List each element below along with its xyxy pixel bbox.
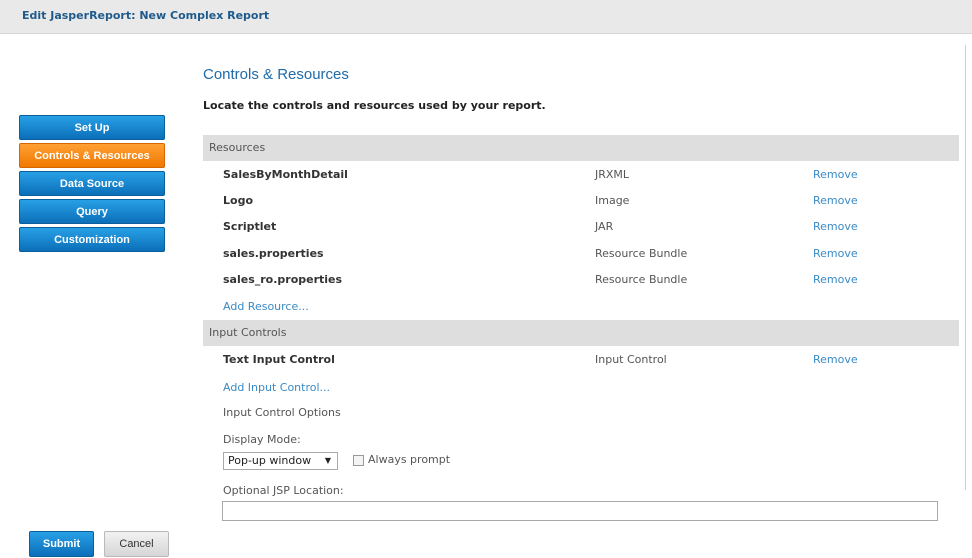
scrollbar[interactable] — [965, 45, 972, 490]
cancel-button[interactable]: Cancel — [104, 531, 169, 557]
resource-row: Logo Image Remove — [203, 188, 959, 214]
remove-resource-link[interactable]: Remove — [813, 162, 858, 188]
remove-resource-link[interactable]: Remove — [813, 188, 858, 214]
always-prompt-label: Always prompt — [368, 453, 451, 466]
jsp-location-input[interactable] — [222, 501, 938, 521]
title-bar: Edit JasperReport: New Complex Report — [0, 0, 972, 34]
resource-type: JRXML — [595, 168, 630, 181]
nav-item-customization[interactable]: Customization — [19, 227, 165, 252]
resource-name: sales_ro.properties — [223, 273, 343, 286]
nav-item-query[interactable]: Query — [19, 199, 165, 224]
resource-type: Resource Bundle — [595, 247, 688, 260]
resource-name: SalesByMonthDetail — [223, 168, 348, 181]
remove-input-control-link[interactable]: Remove — [813, 347, 858, 373]
resource-name: sales.properties — [223, 247, 324, 260]
resource-type: Resource Bundle — [595, 273, 688, 286]
input-controls-header: Input Controls — [203, 320, 959, 346]
input-control-type: Input Control — [595, 353, 667, 366]
input-control-name: Text Input Control — [223, 353, 335, 366]
nav-item-data-source[interactable]: Data Source — [19, 171, 165, 196]
resource-row: sales.properties Resource Bundle Remove — [203, 241, 959, 267]
display-mode-select[interactable]: Pop-up window ▼ — [223, 452, 338, 470]
chevron-down-icon: ▼ — [324, 456, 331, 465]
resource-row: sales_ro.properties Resource Bundle Remo… — [203, 267, 959, 293]
page-title: Controls & Resources — [203, 66, 349, 83]
resources-header: Resources — [203, 135, 959, 161]
remove-resource-link[interactable]: Remove — [813, 214, 858, 240]
nav-item-controls-resources[interactable]: Controls & Resources — [19, 143, 165, 168]
remove-resource-link[interactable]: Remove — [813, 241, 858, 267]
add-input-control-link[interactable]: Add Input Control... — [223, 381, 330, 394]
add-resource-link[interactable]: Add Resource... — [223, 300, 309, 313]
input-control-row: Text Input Control Input Control Remove — [203, 347, 959, 373]
input-control-options-label: Input Control Options — [223, 406, 341, 419]
always-prompt-checkbox[interactable] — [353, 455, 364, 466]
display-mode-value: Pop-up window — [228, 454, 312, 467]
jsp-location-label: Optional JSP Location: — [223, 484, 344, 497]
instructions-text: Locate the controls and resources used b… — [203, 99, 546, 112]
resource-type: Image — [595, 194, 630, 207]
wizard-nav: Set Up Controls & Resources Data Source … — [19, 115, 165, 255]
display-mode-label: Display Mode: — [223, 433, 301, 446]
resource-name: Scriptlet — [223, 220, 277, 233]
nav-item-set-up[interactable]: Set Up — [19, 115, 165, 140]
resource-row: Scriptlet JAR Remove — [203, 214, 959, 240]
resource-type: JAR — [595, 220, 614, 233]
resource-name: Logo — [223, 194, 253, 207]
resource-row: SalesByMonthDetail JRXML Remove — [203, 162, 959, 188]
window-title: Edit JasperReport: New Complex Report — [22, 9, 270, 22]
submit-button[interactable]: Submit — [29, 531, 94, 557]
remove-resource-link[interactable]: Remove — [813, 267, 858, 293]
